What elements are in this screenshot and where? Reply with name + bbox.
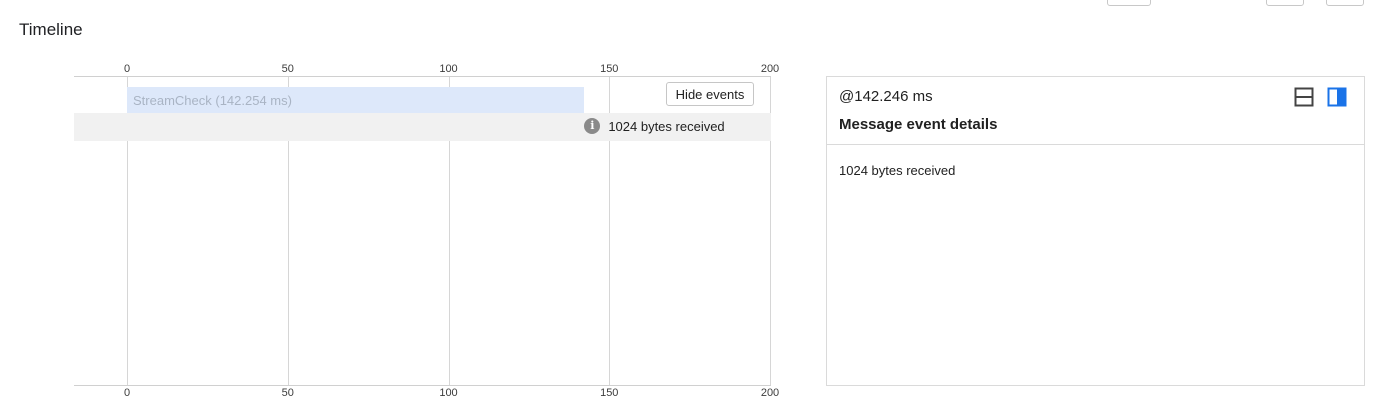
timeline-chart: 0 50 100 150 200 0 50 100 150 200 StreamCheck (1… <box>0 60 800 410</box>
page-title: Timeline <box>19 20 83 39</box>
axis-tick-label: 100 <box>439 387 458 399</box>
split-vertical-icon[interactable] <box>1327 87 1347 107</box>
axis-tick-label: 150 <box>600 387 619 399</box>
axis-tick-label: 100 <box>439 63 458 75</box>
axis-top-rule <box>74 76 771 77</box>
axis-bottom-rule <box>74 385 771 386</box>
hide-events-button[interactable]: Hide events <box>666 82 754 106</box>
axis-tick-label: 200 <box>760 387 780 399</box>
split-horizontal-icon[interactable] <box>1294 87 1314 107</box>
details-timestamp: @142.246 ms <box>839 88 933 105</box>
toolbar-button-stub[interactable] <box>1107 0 1151 6</box>
details-body: 1024 bytes received <box>839 163 956 178</box>
details-title: Message event details <box>839 116 998 133</box>
span-label: StreamCheck (142.254 ms) <box>133 93 292 108</box>
toolbar-button-stub[interactable] <box>1266 0 1304 6</box>
axis-tick-label: 50 <box>281 63 294 75</box>
details-divider <box>827 144 1364 145</box>
axis-tick-label: 50 <box>281 387 294 399</box>
axis-tick-label: 0 <box>123 387 131 399</box>
toolbar-button-stub[interactable] <box>1326 0 1364 6</box>
axis-tick-label: 0 <box>123 63 131 75</box>
details-panel: @142.246 ms Message event details 1024 b… <box>826 76 1365 386</box>
axis-tick-label: 150 <box>600 63 619 75</box>
event-label: 1024 bytes received <box>608 119 725 134</box>
axis-tick-label: 200 <box>760 63 780 75</box>
